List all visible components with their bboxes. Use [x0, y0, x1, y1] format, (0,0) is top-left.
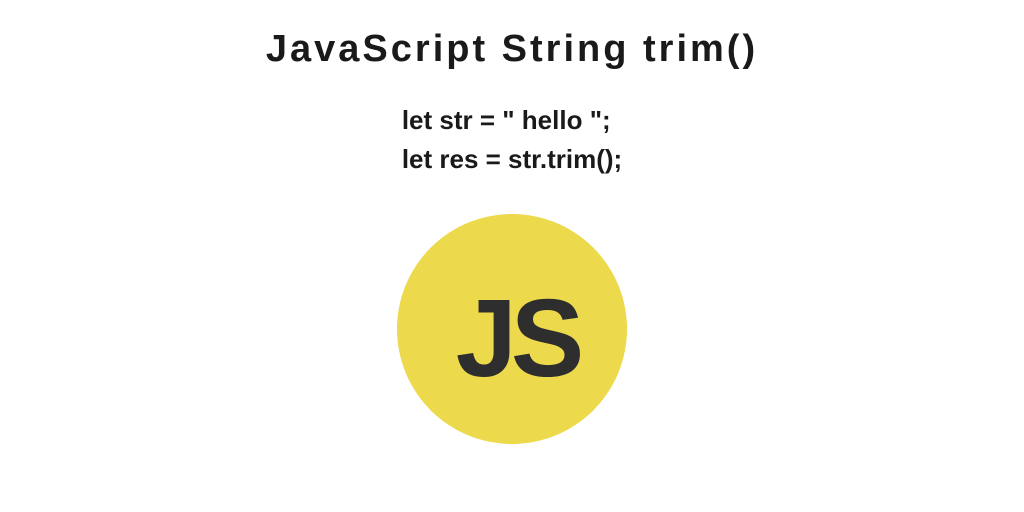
- js-logo-icon: JS: [397, 214, 627, 444]
- js-logo-text: JS: [456, 275, 579, 402]
- code-line-1: let str = " hello ";: [402, 101, 622, 140]
- code-line-2: let res = str.trim();: [402, 140, 622, 179]
- code-example: let str = " hello "; let res = str.trim(…: [402, 101, 622, 179]
- page-title: JavaScript String trim(): [266, 28, 758, 71]
